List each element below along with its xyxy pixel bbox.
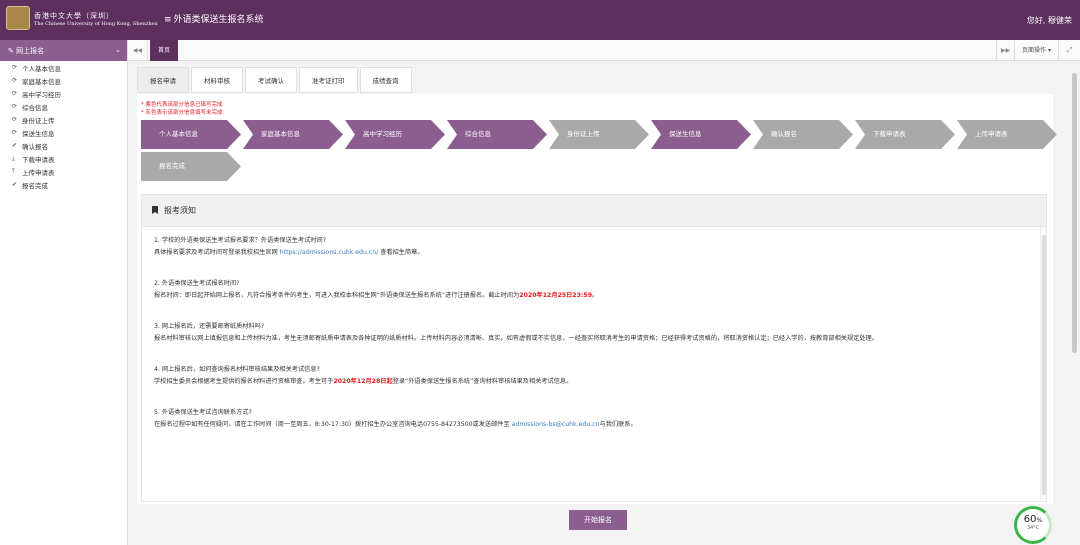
refresh-icon: ⟳	[12, 116, 18, 123]
refresh-icon: ⟳	[12, 90, 18, 97]
progress-step[interactable]: 高中学习经历	[345, 120, 445, 149]
subtab[interactable]: 报名申请	[137, 67, 189, 93]
logo-chinese-name: 香港中文大學（深圳）	[34, 12, 114, 20]
faq-question: 3. 网上报名后，还需要邮寄纸质材料吗?	[154, 323, 265, 330]
sidebar-item[interactable]: ⟳ 家庭基本信息	[0, 74, 127, 87]
progress-step[interactable]: 综合信息	[447, 120, 547, 149]
faq-question: 4. 网上报名后，如何查询报名材料审核结果及相关考试信息?	[154, 366, 320, 373]
system-title: ≡ 外语类保送生报名系统	[164, 15, 264, 25]
page-scrollbar[interactable]	[1069, 61, 1080, 545]
upload-icon: ⤒	[12, 167, 15, 175]
page-tab-bar: ◀◀ 首页 ▶▶ 页面操作 ▾ ⤢	[128, 40, 1080, 61]
sidebar-item[interactable]: ⟳ 个人基本信息	[0, 61, 127, 74]
result-date-text: 2020年12月28日起	[333, 378, 393, 385]
faq-item: 5. 外语类保送生考试咨询联系方式? 在报名过程中如有任何疑问，请在工作时间（周…	[154, 407, 1034, 431]
faq-question: 1. 学校的外语类保送生考试报名要求？外语类保送生考试时间?	[154, 237, 327, 244]
subtab[interactable]: 准考证打印	[299, 67, 358, 93]
top-header: 香港中文大學（深圳） The Chinese University of Hon…	[0, 0, 1080, 40]
progress-step[interactable]: 家庭基本信息	[243, 120, 343, 149]
legend-note-todo: * 灰色表示该部分信息填写未完成	[141, 110, 223, 116]
contact-email-link[interactable]: admissions-bs@cuhk.edu.cn	[512, 421, 600, 428]
faq-answer: 报名时间：即日起开始网上报名，凡符合报考条件的考生，可进入我校本科招生网“外语类…	[154, 292, 599, 299]
faq-question: 2. 外语类保送生考试报名时间?	[154, 280, 240, 287]
refresh-icon: ⟳	[12, 103, 18, 110]
logo-english-name: The Chinese University of Hong Kong, She…	[34, 21, 158, 27]
registration-panel: * 紫色代表该部分信息已填写完成 * 灰色表示该部分信息填写未完成 个人基本信息…	[137, 94, 1057, 504]
admissions-website-link[interactable]: https://admissions.cuhk.edu.cn/	[280, 249, 379, 256]
notice-body: 1. 学校的外语类保送生考试报名要求？外语类保送生考试时间? 具体报名要求及考试…	[142, 227, 1046, 458]
notice-box: 报考须知 1. 学校的外语类保送生考试报名要求？外语类保送生考试时间? 具体报名…	[141, 194, 1047, 502]
refresh-icon: ⟳	[12, 77, 18, 84]
sidebar: ✎ 网上报名 ⌄ ⟳ 个人基本信息 ⟳ 家庭基本信息 ⟳ 高中学习经历 ⟳ 综合信息 ⟳ 身份证上…	[0, 40, 128, 545]
performance-gauge: 60% 34°C	[1014, 506, 1052, 544]
faq-item: 3. 网上报名后，还需要邮寄纸质材料吗? 报名材料审核以网上填报信息和上传材料为…	[154, 321, 1034, 345]
subtab[interactable]: 材料审核	[191, 67, 243, 93]
sidebar-item[interactable]: ⟳ 高中学习经历	[0, 87, 127, 100]
progress-step[interactable]: 报名完成	[141, 152, 241, 181]
sidebar-item[interactable]: ✔ 报名完成	[0, 178, 127, 191]
main-content: 报名申请 材料审核 考试确认 准考证打印 成绩查询 * 紫色代表该部分信息已填写完成 *…	[128, 61, 1080, 545]
notice-scrollbar[interactable]	[1040, 227, 1046, 501]
progress-step[interactable]: 下载申请表	[855, 120, 955, 149]
progress-step[interactable]: 上传申请表	[957, 120, 1057, 149]
refresh-icon: ⟳	[12, 129, 18, 136]
page-operations-dropdown[interactable]: 页面操作 ▾	[1014, 40, 1058, 61]
sidebar-item[interactable]: ⟳ 保送生信息	[0, 126, 127, 139]
start-registration-button[interactable]: 开始报名	[569, 510, 627, 530]
progress-step[interactable]: 保送生信息	[651, 120, 751, 149]
scroll-tabs-right-button[interactable]: ▶▶	[996, 40, 1014, 61]
sidebar-item[interactable]: ⤓ 下载申请表	[0, 152, 127, 165]
scroll-tabs-left-button[interactable]: ◀◀	[128, 40, 148, 61]
faq-question: 5. 外语类保送生考试咨询联系方式?	[154, 409, 252, 416]
faq-answer: 报名材料审核以网上填报信息和上传材料为准，考生无须邮寄纸质申请表及各种证明的纸质…	[154, 335, 878, 342]
sidebar-item[interactable]: ✔ 确认报名	[0, 139, 127, 152]
menu-icon[interactable]: ≡	[164, 15, 172, 25]
check-icon: ✔	[12, 181, 18, 188]
faq-item: 2. 外语类保送生考试报名时间? 报名时间：即日起开始网上报名，凡符合报考条件的…	[154, 278, 1034, 302]
fullscreen-icon[interactable]: ⤢	[1058, 40, 1080, 61]
sidebar-item[interactable]: ⟳ 身份证上传	[0, 113, 127, 126]
tab-home[interactable]: 首页	[150, 40, 179, 61]
user-greeting[interactable]: 您好, 穆健荣	[1027, 15, 1072, 26]
notice-header: 报考须知	[142, 195, 1046, 227]
faq-answer: 学校招生委员会根据考生提供的报名材料进行资格审查。考生可于2020年12月28日…	[154, 378, 573, 385]
progress-step[interactable]: 确认报名	[753, 120, 853, 149]
university-logo-icon	[6, 6, 30, 30]
bookmark-icon	[152, 206, 158, 214]
edit-icon: ✎	[8, 47, 17, 55]
subtab-bar: 报名申请 材料审核 考试确认 准考证打印 成绩查询	[137, 67, 412, 93]
deadline-text: 2020年12月25日23:59	[519, 292, 592, 299]
progress-step[interactable]: 个人基本信息	[141, 120, 241, 149]
sidebar-item[interactable]: ⤒ 上传申请表	[0, 165, 127, 178]
faq-answer: 在报名过程中如有任何疑问，请在工作时间（周一至周五，8:30-17:30）拨打招…	[154, 421, 637, 428]
faq-item: 1. 学校的外语类保送生考试报名要求？外语类保送生考试时间? 具体报名要求及考试…	[154, 235, 1034, 259]
sidebar-item[interactable]: ⟳ 综合信息	[0, 100, 127, 113]
check-icon: ✔	[12, 142, 18, 149]
download-icon: ⤓	[12, 154, 15, 162]
faq-answer: 具体报名要求及考试时间可登录我校招生官网 https://admissions.…	[154, 249, 424, 256]
legend-note-done: * 紫色代表该部分信息已填写完成	[141, 102, 223, 108]
refresh-icon: ⟳	[12, 64, 18, 71]
chevron-down-icon: ⌄	[115, 46, 121, 54]
faq-item: 4. 网上报名后，如何查询报名材料审核结果及相关考试信息? 学校招生委员会根据考…	[154, 364, 1034, 388]
progress-step[interactable]: 身份证上传	[549, 120, 649, 149]
subtab[interactable]: 成绩查询	[359, 67, 412, 93]
sidebar-section-online-registration[interactable]: ✎ 网上报名 ⌄	[0, 40, 127, 61]
subtab[interactable]: 考试确认	[245, 67, 297, 93]
